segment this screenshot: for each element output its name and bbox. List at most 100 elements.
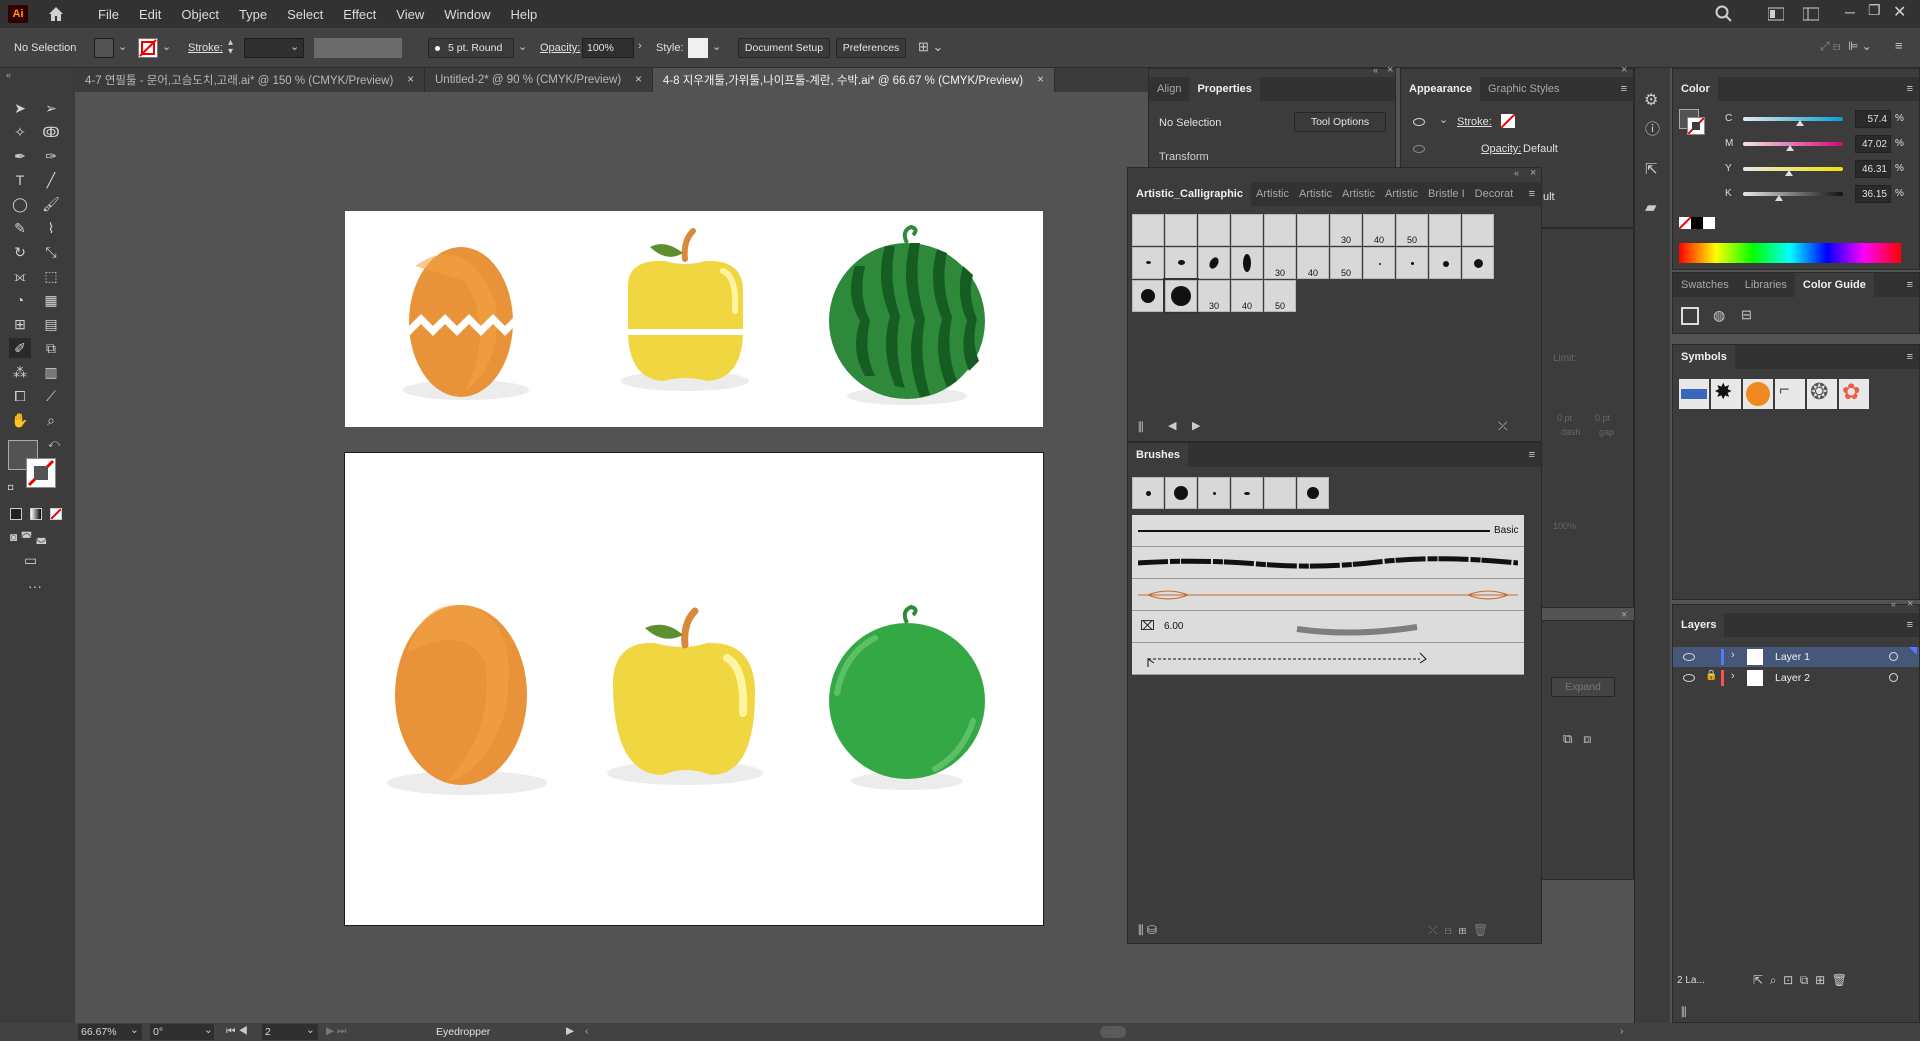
rotation-dropdown-icon[interactable]: ⌄ <box>204 1024 213 1036</box>
panel-menu-icon[interactable]: ≡ <box>1529 449 1535 461</box>
stroke-label[interactable]: Stroke: <box>188 42 223 54</box>
brush-cell[interactable] <box>1462 214 1494 246</box>
scroll-right-icon[interactable]: › <box>1620 1025 1624 1037</box>
brush-definition-dropdown[interactable]: 5 pt. Round <box>428 38 514 58</box>
close-icon[interactable]: × <box>1037 74 1044 86</box>
brush-cell[interactable] <box>1396 247 1428 279</box>
opacity-label[interactable]: Opacity: <box>540 42 580 54</box>
export-icon[interactable]: ⇱ <box>1645 160 1658 178</box>
line-tool-icon[interactable]: ╱ <box>40 170 62 190</box>
brush-cell-50[interactable]: 50 <box>1264 280 1296 312</box>
zoom-dropdown-icon[interactable]: ⌄ <box>130 1024 139 1036</box>
panel-menu-icon[interactable]: ≡ <box>1907 83 1913 95</box>
ellipse-tool-icon[interactable]: ◯ <box>9 194 31 214</box>
channel-value-field[interactable]: 57.4 <box>1855 110 1891 128</box>
base-color-swatch[interactable] <box>1681 307 1699 325</box>
brush-cell[interactable] <box>1165 214 1197 246</box>
channel-slider-thumb[interactable] <box>1786 145 1795 151</box>
info-icon[interactable]: ⓘ <box>1645 118 1660 139</box>
slice-tool-icon[interactable]: ⟋ <box>40 386 62 406</box>
first-artboard-icon[interactable]: ⏮ ◀ <box>226 1025 248 1038</box>
gradient-tool-icon[interactable]: ▤ <box>40 314 62 334</box>
hand-tool-icon[interactable]: ✋ <box>9 410 31 430</box>
tab-artistic-2[interactable]: Artistic <box>1294 182 1337 206</box>
brush-cell[interactable] <box>1363 247 1395 279</box>
tab-document-3[interactable]: 4-8 지우개툴,가위툴,나이프툴-계란, 수박.ai* @ 66.67 % (… <box>652 68 1055 92</box>
fill-swatch[interactable] <box>94 38 114 58</box>
selection-tool-icon[interactable]: ➤ <box>9 98 31 118</box>
menu-effect[interactable]: Effect <box>333 7 386 22</box>
none-swatch[interactable] <box>1678 216 1692 230</box>
type-tool-icon[interactable]: T <box>9 170 31 190</box>
menu-view[interactable]: View <box>386 7 434 22</box>
blend-tool-icon[interactable]: ⧉ <box>40 338 62 358</box>
panel-icons[interactable]: ⧉ ⧈ <box>1563 731 1591 747</box>
rotate-tool-icon[interactable]: ↻ <box>9 242 31 262</box>
layer-target-icon[interactable] <box>1889 673 1898 682</box>
menu-file[interactable]: File <box>88 7 129 22</box>
brush-row-pattern[interactable] <box>1132 643 1524 675</box>
maximize-button[interactable]: ❐ <box>1868 2 1881 19</box>
arrange-icon[interactable] <box>1803 7 1819 21</box>
layer-name[interactable]: Layer 1 <box>1775 651 1810 663</box>
width-tool-icon[interactable]: ⟗ <box>9 266 31 286</box>
direct-selection-tool-icon[interactable]: ➢ <box>40 98 62 118</box>
tab-appearance[interactable]: Appearance <box>1401 77 1480 101</box>
control-menu-icon[interactable]: ≡ <box>1895 38 1903 53</box>
brush-cell[interactable] <box>1231 477 1263 509</box>
brush-cell[interactable] <box>1297 214 1329 246</box>
brush-cell[interactable] <box>1132 247 1164 279</box>
variable-width-profile[interactable] <box>314 38 402 58</box>
tab-swatches[interactable]: Swatches <box>1673 273 1737 297</box>
panel-close-icon[interactable]: × <box>1621 64 1627 76</box>
panel-menu-icon[interactable]: ≡ <box>1529 188 1535 200</box>
tab-artistic-1[interactable]: Artistic <box>1251 182 1294 206</box>
status-menu-arrow-icon[interactable]: ▶ <box>566 1025 574 1037</box>
arrange-documents-icon[interactable]: ⊞ ⌄ <box>918 39 943 55</box>
zoom-tool-icon[interactable]: ⌕ <box>40 410 62 430</box>
symbol-sprayer-tool-icon[interactable]: ⁂ <box>9 362 31 382</box>
shape-builder-tool-icon[interactable]: ◔ <box>9 290 31 310</box>
visibility-eye-icon[interactable] <box>1413 118 1425 126</box>
tab-document-2[interactable]: Untitled-2* @ 90 % (CMYK/Preview) × <box>425 68 653 92</box>
brush-cell[interactable] <box>1231 214 1263 246</box>
expand-button[interactable]: Expand <box>1551 677 1615 697</box>
tab-brushes[interactable]: Brushes <box>1128 443 1189 467</box>
symbol-ink-splat[interactable]: ✸ <box>1711 379 1741 409</box>
tab-align[interactable]: Align <box>1149 77 1189 101</box>
graphic-style-swatch[interactable] <box>688 38 708 58</box>
panel-collapse-icon[interactable]: « <box>1891 599 1896 609</box>
brush-cell[interactable] <box>1198 214 1230 246</box>
stroke-color-box[interactable] <box>1687 117 1705 135</box>
menu-object[interactable]: Object <box>171 7 229 22</box>
white-swatch[interactable] <box>1703 217 1715 229</box>
minimize-button[interactable]: ─ <box>1845 4 1855 20</box>
brush-cell-30[interactable]: 30 <box>1264 247 1296 279</box>
brush-cell[interactable] <box>1264 477 1296 509</box>
gear-icon[interactable]: ⚙ <box>1644 90 1658 110</box>
align-icon[interactable]: ⊫ ⌄ <box>1848 39 1872 53</box>
panel-close-icon[interactable]: × <box>1621 609 1627 621</box>
document-setup-button[interactable]: Document Setup <box>738 38 830 58</box>
canvas-area[interactable] <box>75 92 1148 1023</box>
panel-menu-icon[interactable]: ≡ <box>1907 619 1913 631</box>
stroke-label[interactable]: Stroke: <box>1457 116 1492 128</box>
brush-cell[interactable] <box>1297 477 1329 509</box>
tab-artistic-4[interactable]: Artistic <box>1380 182 1423 206</box>
scale-tool-icon[interactable]: ⤡ <box>40 242 62 262</box>
layer-expand-icon[interactable]: › <box>1731 670 1735 682</box>
stroke-color-box[interactable] <box>26 458 56 488</box>
tab-bristle[interactable]: Bristle I <box>1423 182 1470 206</box>
previous-library-icon[interactable]: ◀ <box>1168 419 1176 432</box>
symbol-flower[interactable]: ✿ <box>1839 379 1869 409</box>
transform-icons[interactable]: ⤢ ⊟ <box>1820 39 1841 54</box>
expand-chevron-icon[interactable]: ⌄ <box>1439 113 1448 126</box>
layer-row-1[interactable]: › Layer 1 <box>1673 647 1919 667</box>
preferences-button[interactable]: Preferences <box>836 38 906 58</box>
close-icon[interactable]: × <box>635 74 642 86</box>
search-icon[interactable] <box>1715 5 1733 23</box>
brush-row-bristle[interactable]: ⌧ 6.00 <box>1132 611 1524 643</box>
screen-mode-icon[interactable]: ▭ <box>24 552 37 569</box>
tab-artistic-calligraphic[interactable]: Artistic_Calligraphic <box>1128 182 1251 206</box>
panel-menu-icon[interactable]: ≡ <box>1621 83 1627 95</box>
